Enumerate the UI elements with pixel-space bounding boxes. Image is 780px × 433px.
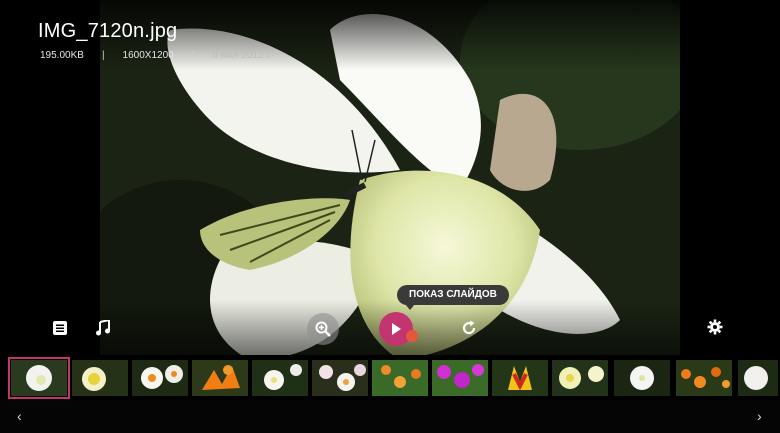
- music-note-icon[interactable]: [94, 319, 112, 337]
- thumbnail-orange-lily[interactable]: [192, 360, 248, 396]
- file-meta: 195.00KB | 1600X1200 | 8 мая 2012 г.: [40, 50, 272, 61]
- thumbnail-magenta-flowers[interactable]: [432, 360, 488, 396]
- pointer-cursor: [406, 330, 418, 342]
- file-date: 8 мая 2012 г.: [212, 50, 272, 61]
- thumbnail-white-flower[interactable]: [738, 360, 778, 396]
- file-resolution: 1600X1200: [122, 50, 174, 61]
- thumbnail-white-orange-daffodil[interactable]: [132, 360, 188, 396]
- thumbnail-pink-white-flowers[interactable]: [312, 360, 368, 396]
- thumbnail-orange-tulips[interactable]: [676, 360, 732, 396]
- file-name: IMG_7120n.jpg: [38, 20, 178, 42]
- gear-icon[interactable]: [706, 318, 724, 336]
- thumbnail-white-narcissus-2[interactable]: [614, 360, 670, 396]
- slideshow-tooltip: ПОКАЗ СЛАЙДОВ: [397, 285, 509, 310]
- rotate-icon[interactable]: [460, 319, 478, 337]
- file-size: 195.00KB: [40, 50, 84, 61]
- prev-arrow-icon[interactable]: ‹: [17, 408, 22, 424]
- zoom-in-button[interactable]: [307, 313, 339, 345]
- thumbnail-yellow-daffodil[interactable]: [72, 360, 128, 396]
- thumbnail-cream-daffodils[interactable]: [552, 360, 608, 396]
- meta-separator: |: [191, 50, 195, 61]
- list-icon[interactable]: [52, 320, 68, 336]
- thumbnail-red-yellow-tulip[interactable]: [492, 360, 548, 396]
- thumbnail-white-narcissus[interactable]: [252, 360, 308, 396]
- play-icon: [392, 323, 401, 335]
- zoom-in-icon: [315, 321, 331, 337]
- nav-bar: [0, 400, 780, 433]
- next-arrow-icon[interactable]: ›: [757, 408, 762, 424]
- thumbnail-orange-green-flowers[interactable]: [372, 360, 428, 396]
- meta-separator: |: [101, 50, 105, 61]
- thumbnail-white-daffodil[interactable]: [8, 357, 70, 399]
